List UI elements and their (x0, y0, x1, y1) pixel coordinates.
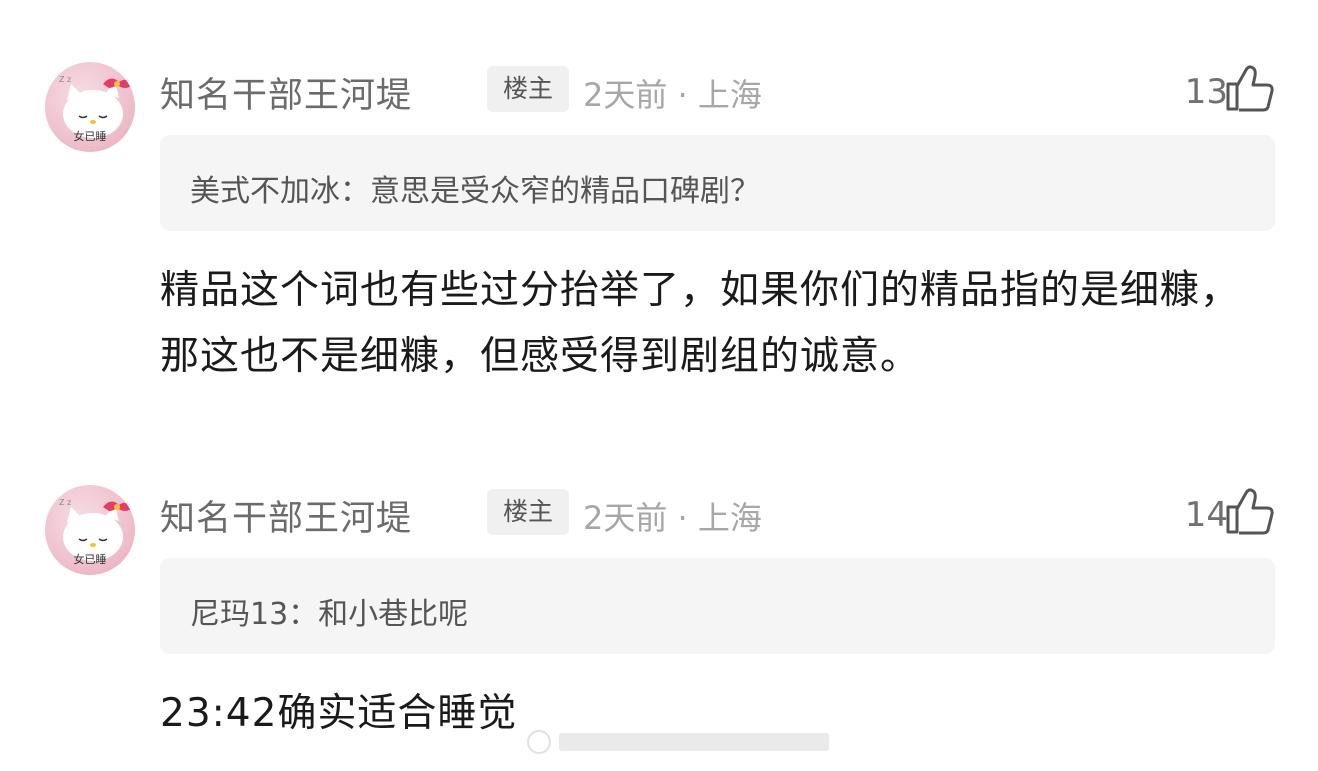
thumbs-up-icon[interactable] (1224, 62, 1276, 114)
comment-thread: Z z 女已睡 知名干部王河堤 楼主 2天前 · 上海 13 美式不加冰：意思是… (0, 0, 1318, 771)
quoted-reply-text: 尼玛13：和小巷比呢 (190, 597, 469, 632)
op-badge: 楼主 (487, 66, 569, 112)
quoted-reply-text: 美式不加冰：意思是受众窄的精品口碑剧？ (190, 174, 760, 209)
quoted-reply: 美式不加冰：意思是受众窄的精品口碑剧？ (160, 135, 1275, 231)
comment-meta: 2天前 · 上海 (583, 76, 762, 114)
quoted-reply: 尼玛13：和小巷比呢 (160, 558, 1275, 654)
comment-body: 精品这个词也有些过分抬举了，如果你们的精品指的是细糠，那这也不是细糠，但感受得到… (160, 268, 1241, 379)
svg-text:Z z: Z z (59, 75, 71, 84)
username[interactable]: 知名干部王河堤 (160, 67, 412, 118)
avatar[interactable]: Z z 女已睡 (45, 62, 135, 152)
avatar-caption: 女已睡 (73, 130, 107, 143)
watermark-icon (527, 730, 829, 754)
username[interactable]: 知名干部王河堤 (160, 490, 412, 541)
avatar-caption: 女已睡 (73, 553, 107, 566)
like-count: 14 (1184, 495, 1228, 535)
op-badge: 楼主 (487, 489, 569, 535)
comment-meta: 2天前 · 上海 (583, 499, 762, 537)
like-count: 13 (1184, 72, 1228, 112)
avatar[interactable]: Z z 女已睡 (45, 485, 135, 575)
thumbs-up-icon[interactable] (1224, 485, 1276, 537)
svg-text:Z z: Z z (59, 498, 71, 507)
